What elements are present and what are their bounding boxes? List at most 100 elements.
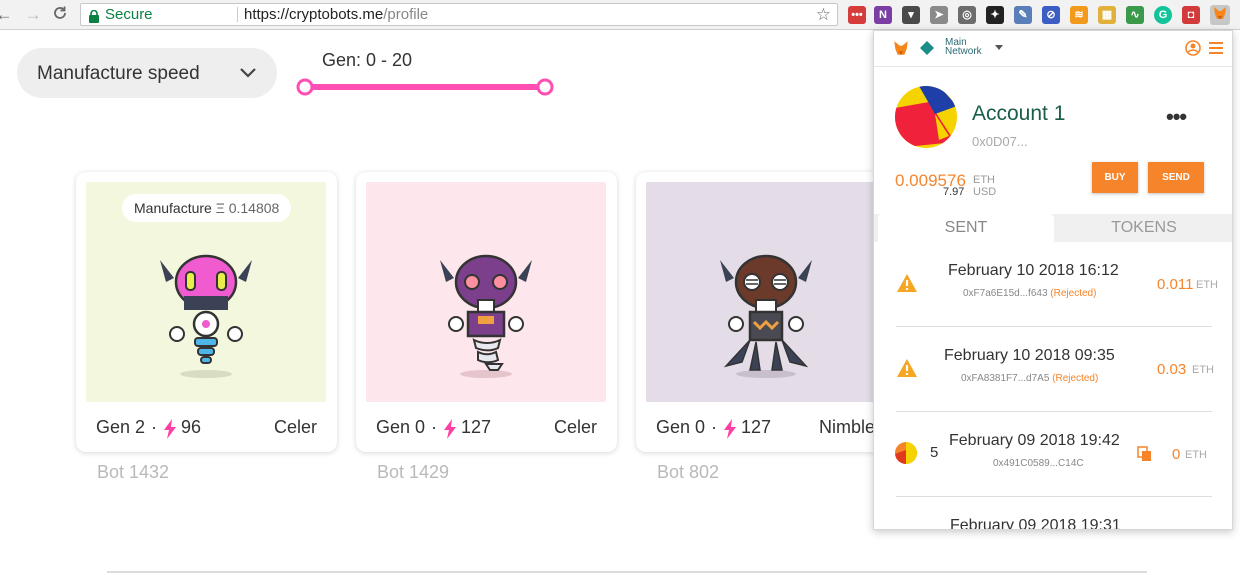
transaction-nonce: 5	[930, 444, 939, 461]
account-address[interactable]: 0x0D07...	[972, 134, 1028, 149]
bot-card[interactable]: Gen 0 · 127 Celer	[356, 172, 617, 452]
extension-red-dots-icon[interactable]: •••	[848, 6, 866, 24]
balance-eth-unit: ETH	[973, 174, 995, 186]
transaction-divider	[896, 326, 1212, 327]
rss-icon[interactable]: ≋	[1070, 6, 1088, 24]
bot-card[interactable]: Manufacture Ξ 0.14808 Gen 2 · 96 Celer	[76, 172, 337, 452]
bot-name[interactable]: Bot 802	[657, 462, 719, 483]
copy-icon[interactable]	[1137, 446, 1153, 462]
secure-label: Secure	[105, 6, 153, 23]
onenote-icon[interactable]: N	[874, 6, 892, 24]
section-divider	[107, 571, 1147, 573]
transaction-amount: 0.011	[1157, 276, 1194, 293]
grammarly-icon[interactable]: G	[1154, 6, 1172, 24]
tab-sent[interactable]: SENT	[878, 214, 1054, 242]
transaction-hash: 0x491C0589...C14C	[993, 458, 1084, 469]
transaction-row[interactable]: February 10 2018 09:35 0xFA8381F7...d7A5…	[874, 328, 1232, 412]
sort-dropdown[interactable]: Manufacture speed	[17, 48, 277, 98]
metamask-header: Main Network	[874, 31, 1232, 67]
network-caret-icon[interactable]	[995, 45, 1003, 51]
send-button[interactable]: SEND	[1148, 162, 1204, 193]
bot-card[interactable]: Gen 0 · 127 Nimble	[636, 172, 897, 452]
browser-toolbar: ← → Secure https://cryptobots.me/profile…	[0, 0, 1240, 30]
bot-robot-image	[160, 254, 252, 378]
menu-icon[interactable]	[1208, 41, 1224, 55]
lightning-icon	[164, 419, 176, 439]
transaction-divider	[896, 496, 1212, 497]
transaction-date: February 10 2018 09:35	[944, 347, 1115, 364]
bot-robot-image	[720, 254, 812, 378]
bot-robot-image	[440, 254, 532, 378]
gen-range-label: Gen: 0 - 20	[322, 50, 413, 70]
extension-figure-icon[interactable]: ✦	[986, 6, 1004, 24]
bot-generation: Gen 0	[656, 417, 706, 437]
bot-generation: Gen 0	[376, 417, 426, 437]
tab-tokens[interactable]: TOKENS	[1054, 214, 1232, 242]
url-separator	[237, 7, 238, 22]
bot-trait: Celer	[553, 417, 597, 437]
bot-artwork	[366, 182, 606, 402]
transaction-date: February 10 2018 16:12	[948, 262, 1119, 279]
separator-dot: ·	[711, 417, 717, 437]
transaction-date: February 09 2018 19:42	[949, 432, 1120, 449]
lock-extension-icon[interactable]: ◘	[1182, 6, 1200, 24]
transaction-status: (Rejected)	[1052, 373, 1099, 384]
metamask-fox-icon[interactable]	[1210, 5, 1230, 25]
extension-yellow-icon[interactable]: ▦	[1098, 6, 1116, 24]
switch-account-icon[interactable]	[1183, 39, 1203, 57]
transaction-unit: ETH	[1192, 364, 1214, 376]
slider-handle-max[interactable]	[536, 78, 554, 96]
wallet-tabs: SENT TOKENS	[874, 214, 1232, 242]
extension-wave-icon[interactable]: ∿	[1126, 6, 1144, 24]
account-name: Account 1	[972, 102, 1066, 125]
network-diamond-icon	[920, 41, 934, 55]
bot-artwork	[646, 182, 886, 402]
account-options-icon[interactable]: •••	[1166, 104, 1187, 130]
address-bar[interactable]: Secure https://cryptobots.me/profile ☆	[80, 3, 838, 26]
transaction-hash-text: 0xFA8381F7...d7A5	[961, 373, 1050, 384]
extension-arrow-icon[interactable]: ➤	[930, 6, 948, 24]
network-selector[interactable]: Main Network	[945, 38, 982, 57]
transaction-identicon	[895, 442, 917, 464]
lightning-icon	[444, 419, 456, 439]
back-icon[interactable]: ←	[0, 5, 14, 25]
buy-button[interactable]: BUY	[1092, 162, 1138, 193]
sort-dropdown-label: Manufacture speed	[37, 63, 200, 84]
bot-artwork: Manufacture Ξ 0.14808	[86, 182, 326, 402]
bot-speed: 96	[181, 417, 202, 437]
transaction-row[interactable]: February 10 2018 16:12 0xF7a6E15d...f643…	[874, 243, 1232, 327]
transaction-status: (Rejected)	[1050, 288, 1097, 299]
reload-icon[interactable]	[50, 5, 70, 25]
transaction-amount: 0	[1172, 446, 1181, 463]
balance-usd: 7.97	[943, 186, 965, 198]
metamask-logo-icon	[894, 41, 908, 55]
bot-trait: Nimble	[819, 417, 876, 437]
gen-range-slider[interactable]	[296, 78, 556, 96]
chat-icon[interactable]: ◎	[958, 6, 976, 24]
chevron-down-icon	[240, 68, 256, 78]
transaction-hash-text: 0x491C0589...C14C	[993, 458, 1084, 469]
block-icon[interactable]: ⊘	[1042, 6, 1060, 24]
bot-name[interactable]: Bot 1432	[97, 462, 169, 483]
slider-handle-min[interactable]	[296, 78, 314, 96]
transaction-hash: 0xF7a6E15d...f643 (Rejected)	[963, 288, 1096, 299]
transaction-divider	[896, 411, 1212, 412]
pocket-icon[interactable]: ▾	[902, 6, 920, 24]
manufacture-price: Ξ 0.14808	[215, 200, 280, 216]
lightning-icon	[724, 419, 736, 439]
transaction-row[interactable]: February 09 2018 19:31	[874, 498, 1232, 529]
eyedropper-icon[interactable]: ✎	[1014, 6, 1032, 24]
bot-speed: 127	[741, 417, 772, 437]
transaction-unit: ETH	[1185, 449, 1207, 461]
transaction-amount: 0.03	[1157, 361, 1187, 378]
bookmark-star-icon[interactable]: ☆	[816, 4, 831, 25]
bot-name[interactable]: Bot 1429	[377, 462, 449, 483]
network-line2: Network	[945, 46, 982, 57]
transaction-hash-text: 0xF7a6E15d...f643	[963, 288, 1048, 299]
account-avatar	[895, 86, 957, 148]
bot-generation: Gen 2	[96, 417, 146, 437]
balance-usd-unit: USD	[973, 186, 997, 198]
forward-icon[interactable]: →	[23, 5, 43, 25]
transaction-row[interactable]: 5 February 09 2018 19:42 0x491C0589...C1…	[874, 413, 1232, 497]
separator-dot: ·	[431, 417, 437, 437]
